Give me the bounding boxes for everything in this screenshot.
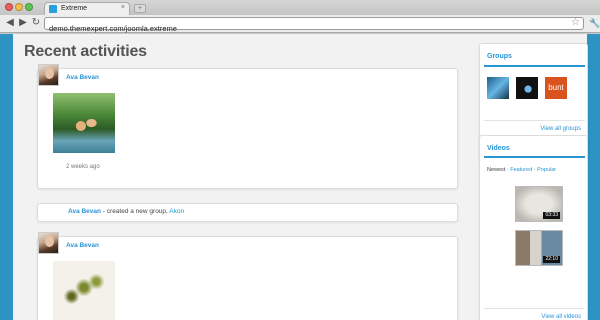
activity-action: - created a new group, — [101, 208, 170, 215]
address-bar[interactable]: ☆ — [44, 17, 584, 34]
back-icon[interactable]: ◀ — [4, 17, 16, 29]
activity-user-link[interactable]: Ava Bevan — [68, 208, 101, 215]
video-thumbnail[interactable]: 22:10 — [515, 230, 563, 266]
browser-tab[interactable]: Extreme × — [44, 2, 130, 15]
video-duration: 03:33 — [543, 212, 560, 219]
avatar[interactable] — [38, 64, 59, 86]
star-icon[interactable]: ☆ — [571, 17, 580, 28]
group-thumbnail[interactable] — [487, 77, 509, 99]
videos-title: Videos — [487, 145, 510, 152]
wrench-icon[interactable]: 🔧 — [589, 18, 600, 29]
video-duration: 22:10 — [543, 256, 560, 263]
favicon-icon — [49, 5, 57, 13]
close-icon[interactable]: × — [121, 4, 125, 11]
activity-user-link[interactable]: Ava Bevan — [66, 74, 99, 81]
page-title: Recent activities — [24, 43, 147, 60]
tab-popular[interactable]: Popular — [537, 167, 556, 173]
reload-icon[interactable]: ↻ — [30, 17, 42, 29]
divider — [484, 120, 585, 121]
new-tab-button[interactable]: + — [134, 4, 146, 13]
group-link[interactable]: Akon — [169, 208, 184, 215]
activity-text: Ava Bevan - created a new group, Akon — [68, 208, 184, 215]
activity-photo[interactable] — [53, 261, 115, 320]
view-all-groups-link[interactable]: View all groups — [540, 126, 581, 132]
divider — [484, 156, 585, 158]
divider — [484, 65, 585, 67]
group-thumbnail[interactable] — [516, 77, 538, 99]
page-frame: Recent activities Ava Bevan 2 weeks ago … — [0, 34, 600, 320]
browser-toolbar: ◀ ▶ ↻ ☆ 🔧 — [0, 15, 600, 34]
divider — [484, 308, 585, 309]
page-content: Recent activities Ava Bevan 2 weeks ago … — [13, 34, 588, 320]
video-thumbnail[interactable]: 03:33 — [515, 186, 563, 222]
tab-featured[interactable]: Featured — [510, 167, 532, 173]
maximize-window-button[interactable] — [25, 3, 33, 11]
close-window-button[interactable] — [5, 3, 13, 11]
browser-tabstrip: Extreme × + — [0, 0, 600, 15]
activity-timestamp: 2 weeks ago — [66, 164, 100, 170]
minimize-window-button[interactable] — [15, 3, 23, 11]
activity-photo[interactable] — [53, 93, 115, 153]
tab-title: Extreme — [61, 5, 88, 12]
avatar[interactable] — [38, 232, 59, 254]
view-all-videos-link[interactable]: View all videos — [541, 314, 581, 320]
videos-module: Videos Newest · Featured · Popular 03:33… — [479, 135, 588, 320]
tab-newest[interactable]: Newest — [487, 167, 505, 173]
video-tabs: Newest · Featured · Popular — [487, 167, 556, 173]
forward-icon[interactable]: ▶ — [17, 17, 29, 29]
groups-title: Groups — [487, 53, 512, 60]
url-input[interactable] — [45, 23, 545, 34]
activity-user-link[interactable]: Ava Bevan — [66, 242, 99, 249]
group-thumbnail[interactable]: bunt — [545, 77, 567, 99]
